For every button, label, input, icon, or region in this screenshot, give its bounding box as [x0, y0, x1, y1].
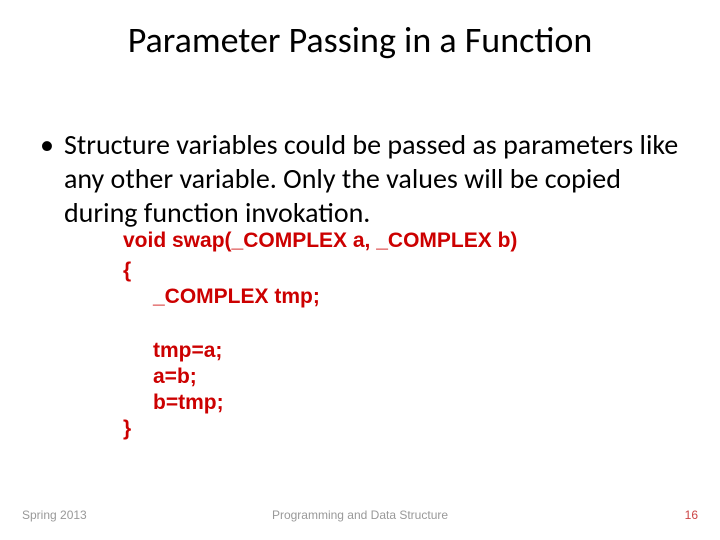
code-brace-open: {	[123, 258, 131, 283]
footer-center: Programming and Data Structure	[0, 508, 720, 522]
code-signature: void swap(_COMPLEX a, _COMPLEX b)	[123, 228, 517, 253]
body-text: Structure variables could be passed as p…	[64, 128, 680, 230]
code-line-2: a=b;	[153, 364, 197, 389]
code-line-1: tmp=a;	[153, 338, 222, 363]
code-line-3: b=tmp;	[153, 390, 224, 415]
bullet-item: • Structure variables could be passed as…	[40, 128, 680, 230]
slide-title: Parameter Passing in a Function	[0, 0, 720, 62]
bullet-dot: •	[40, 128, 54, 162]
code-brace-close: }	[123, 416, 131, 441]
code-declaration: _COMPLEX tmp;	[153, 284, 320, 309]
footer: Spring 2013 Programming and Data Structu…	[0, 508, 720, 522]
slide: Parameter Passing in a Function • Struct…	[0, 0, 720, 540]
content-area: • Structure variables could be passed as…	[40, 128, 680, 230]
